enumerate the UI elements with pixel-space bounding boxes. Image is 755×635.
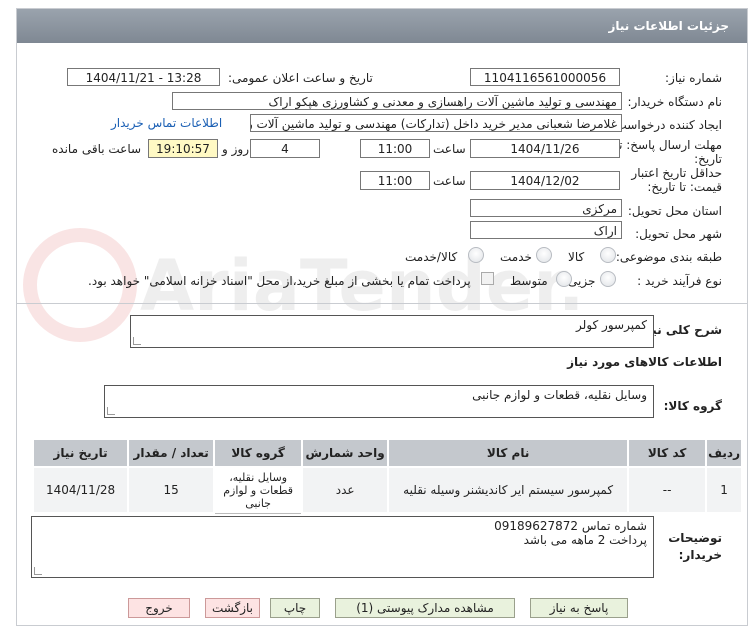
need-number-field: 1104116561000056: [470, 68, 620, 86]
city-field: اراک: [470, 221, 622, 239]
col-header-unit: واحد شمارش: [301, 438, 390, 468]
cell-date: 1404/11/28: [31, 466, 130, 514]
cell-code: --: [627, 466, 708, 514]
buyer-contact-link[interactable]: اطلاعات تماس خریدار: [111, 116, 222, 130]
buyer-notes-label: توضیحات: [668, 531, 722, 545]
goods-group-text: وسایل نقلیه، قطعات و لوازم جانبی: [472, 388, 647, 402]
goods-group-label: گروه کالا:: [663, 399, 722, 413]
summary-text: کمپرسور کولر: [576, 318, 647, 332]
announce-label: تاریخ و ساعت اعلان عمومی:: [228, 71, 373, 85]
table-header-row: ردیف کد کالا نام کالا واحد شمارش گروه کا…: [31, 438, 743, 468]
back-button[interactable]: بازگشت: [205, 598, 260, 618]
deadline-label-date: تاریخ:: [694, 152, 722, 166]
days-label: روز و: [222, 142, 249, 156]
validity-label: حداقل تاریخ اعتبار: [631, 166, 722, 180]
deadline-label: مهلت ارسال پاسخ: تا: [615, 138, 722, 152]
page-title: جزئیات اطلاعات نیاز: [608, 19, 729, 33]
print-button[interactable]: چاپ: [270, 598, 320, 618]
process-radio-medium[interactable]: [556, 271, 572, 287]
validity-time-label: ساعت: [433, 174, 466, 188]
announce-field: 1404/11/21 - 13:28: [67, 68, 220, 86]
treasury-note: پرداخت تمام یا بخشی از مبلغ خرید،از محل …: [88, 274, 471, 288]
table-row[interactable]: 1 -- کمپرسور سیستم ایر کاندیشنر وسیله نق…: [31, 466, 743, 514]
process-option-medium: متوسط: [510, 274, 548, 288]
deadline-time-field: 11:00: [360, 139, 430, 158]
buyer-org-field: مهندسی و تولید ماشین آلات راهسازی و معدن…: [172, 92, 622, 110]
goods-table: ردیف کد کالا نام کالا واحد شمارش گروه کا…: [31, 438, 743, 514]
buyer-notes-line-1: شماره تماس 09189627872: [494, 519, 647, 533]
cell-quantity: 15: [127, 466, 216, 514]
section-divider: [17, 303, 747, 304]
exit-button[interactable]: خروج: [128, 598, 190, 618]
deadline-date-field: 1404/11/26: [470, 139, 620, 158]
attachments-button[interactable]: مشاهده مدارک پیوستی (1): [335, 598, 515, 618]
col-header-name: نام کالا: [387, 438, 630, 468]
reply-button[interactable]: پاسخ به نیاز: [530, 598, 628, 618]
buyer-notes-label-2: خریدار:: [678, 548, 722, 562]
creator-field: غلامرضا شعبانی مدیر خرید داخل (تدارکات) …: [250, 114, 622, 132]
resize-handle[interactable]: [34, 567, 42, 575]
resize-handle[interactable]: [107, 407, 115, 415]
creator-label: ایجاد کننده درخواست:: [611, 118, 722, 132]
validity-time-field: 11:00: [360, 171, 430, 190]
days-remaining-field: 4: [250, 139, 320, 158]
province-label: استان محل تحویل:: [627, 204, 722, 218]
col-header-group: گروه کالا: [213, 438, 304, 468]
cell-unit: عدد: [301, 466, 390, 514]
category-radio-goods-service[interactable]: [468, 247, 484, 263]
buyer-org-label: نام دستگاه خریدار:: [627, 95, 723, 109]
col-header-row-no: ردیف: [705, 438, 743, 468]
col-header-date: تاریخ نیاز: [31, 438, 130, 468]
category-option-goods-service: کالا/خدمت: [405, 250, 458, 264]
buyer-notes-field: شماره تماس 09189627872 پرداخت 2 ماهه می …: [31, 516, 654, 578]
resize-handle[interactable]: [133, 337, 141, 345]
category-radio-goods[interactable]: [600, 247, 616, 263]
category-radio-service[interactable]: [536, 247, 552, 263]
process-radio-minor[interactable]: [600, 271, 616, 287]
goods-group-field: وسایل نقلیه، قطعات و لوازم جانبی: [104, 385, 654, 418]
validity-date-field: 1404/12/02: [470, 171, 620, 190]
cell-group: وسایل نقلیه، قطعات و لوازم جانبی: [213, 466, 303, 514]
category-option-goods: کالا: [568, 250, 585, 264]
col-header-quantity: تعداد / مقدار: [127, 438, 216, 468]
goods-info-title: اطلاعات کالاهای مورد نیاز: [567, 355, 722, 369]
page-header: جزئیات اطلاعات نیاز: [17, 9, 747, 43]
summary-field: کمپرسور کولر: [130, 315, 654, 348]
cell-row-no: 1: [705, 466, 743, 514]
process-label: نوع فرآیند خرید :: [637, 274, 722, 288]
need-number-label: شماره نیاز:: [665, 71, 722, 85]
cell-name: کمپرسور سیستم ایر کاندیشنر وسیله نقلیه: [387, 466, 630, 514]
col-header-code: کد کالا: [627, 438, 708, 468]
remaining-time-field: 19:10:57: [148, 139, 218, 158]
validity-label-date: قیمت: تا تاریخ:: [647, 180, 722, 194]
deadline-time-label: ساعت: [433, 142, 466, 156]
buyer-notes-line-2: پرداخت 2 ماهه می باشد: [523, 533, 647, 547]
process-option-minor: جزیی: [568, 274, 596, 288]
treasury-checkbox[interactable]: [481, 272, 494, 285]
category-label: طبقه بندی موضوعی:: [615, 250, 722, 264]
remaining-label: ساعت باقی مانده: [52, 142, 142, 156]
category-option-service: خدمت: [500, 250, 532, 264]
city-label: شهر محل تحویل:: [635, 227, 722, 241]
province-field: مرکزی: [470, 199, 622, 217]
